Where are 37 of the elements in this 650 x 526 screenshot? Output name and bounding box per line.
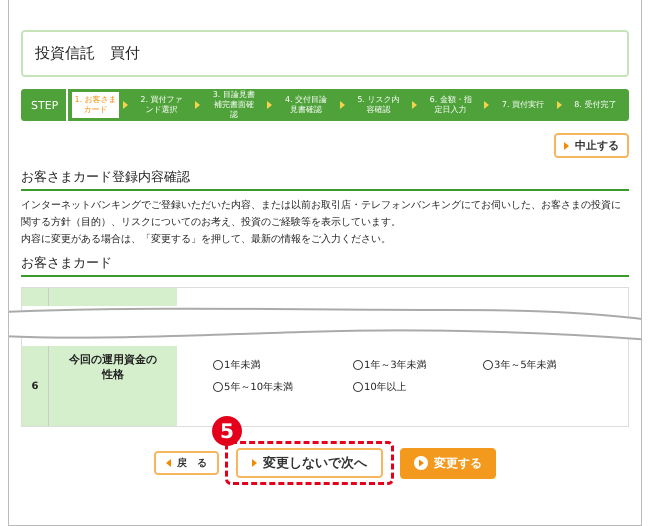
- step-item: 7. 買付実行: [500, 100, 546, 110]
- step-item: 3. 目論見書補完書面確認: [212, 90, 256, 120]
- step-item: 5. リスク内容確認: [356, 95, 400, 115]
- next-button[interactable]: 変更しないで次へ: [236, 448, 383, 478]
- chevron-icon: [267, 101, 272, 109]
- chevron-icon: [195, 101, 200, 109]
- chevron-icon: [556, 101, 562, 109]
- description-text: インターネットバンキングでご登録いただいた内容、または以前お取引店・テレフォンバンキングにてお伺いした、お客さまの投資に関する方針（目的）、リスクについてのお考え、投資のご経験等を表示しています。: [21, 198, 622, 230]
- table-cell: [22, 288, 49, 306]
- cancel-button[interactable]: 中止する: [554, 133, 629, 158]
- triangle-icon: [564, 142, 569, 150]
- step-label: STEP: [25, 89, 68, 121]
- section-heading: お客さまカード登録内容確認: [21, 168, 629, 191]
- play-circle-icon: [414, 456, 428, 470]
- triangle-icon: [166, 459, 171, 467]
- radio-option: 10年以上: [353, 380, 483, 394]
- step-item: 1. お客さまカード: [72, 92, 119, 118]
- step-item: 8. 受付完了: [573, 100, 618, 110]
- description-text: 内容に変更がある場合は、「変更する」を押して、最新の情報をご入力ください。: [21, 232, 392, 247]
- radio-option: 1年未満: [213, 358, 353, 372]
- step-item: 4. 交付目論見書確認: [284, 95, 328, 115]
- row-label: 今回の運用資金の性格: [49, 346, 177, 426]
- chevron-icon: [122, 101, 128, 109]
- radio-option: 5年～10年未満: [213, 380, 353, 394]
- chevron-icon: [412, 101, 418, 109]
- chevron-icon: [340, 101, 345, 109]
- triangle-icon: [252, 459, 257, 467]
- back-button[interactable]: 戻 る: [154, 451, 219, 475]
- radio-option: 1年～3年未満: [353, 358, 483, 372]
- step-item: 6. 金額・指定日入力: [428, 95, 473, 115]
- section-heading: お客さまカード: [21, 254, 629, 277]
- chevron-icon: [484, 101, 490, 109]
- page-title: 投資信託 買付: [35, 44, 140, 62]
- step-number-badge: 5: [212, 416, 242, 446]
- step-item: 2. 買付ファンド選択: [139, 95, 184, 115]
- radio-option: 3年～5年未満: [483, 358, 628, 372]
- row-number: 6: [22, 346, 49, 426]
